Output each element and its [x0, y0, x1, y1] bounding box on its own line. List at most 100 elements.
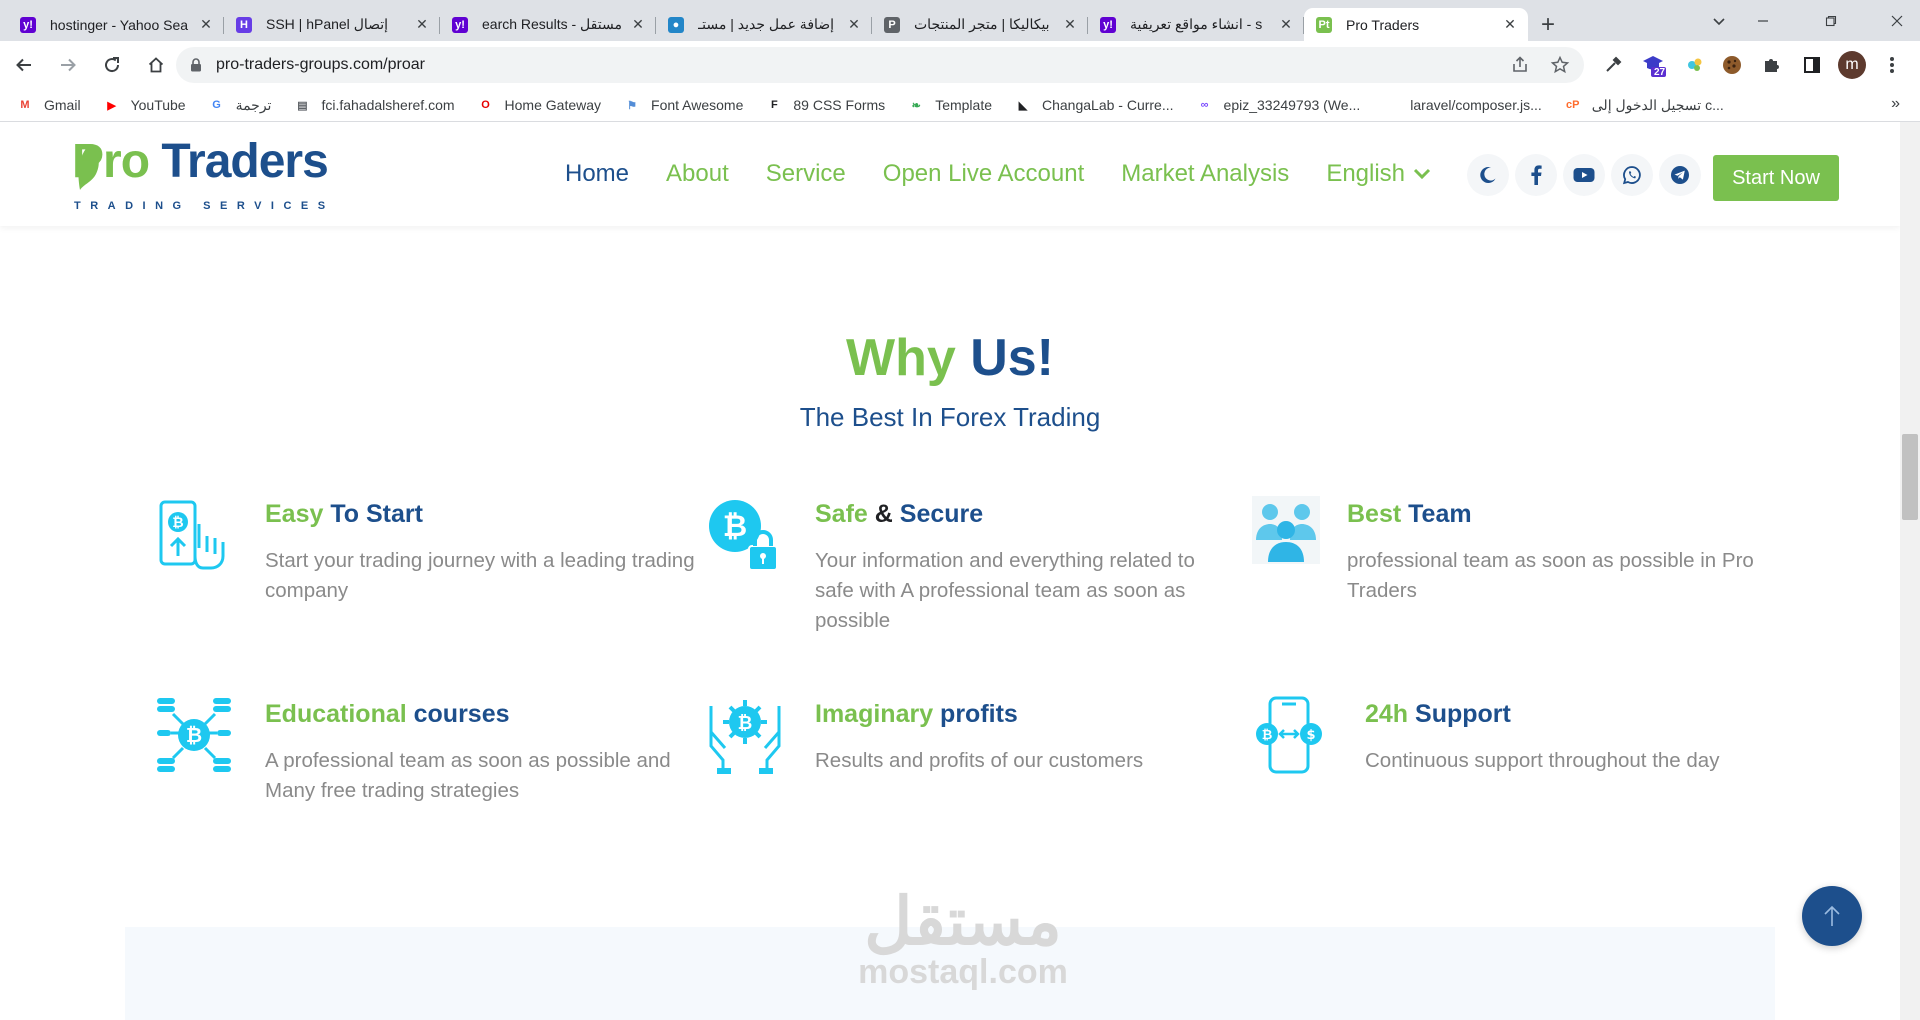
feature-title-amp: & [867, 500, 900, 528]
telegram-icon [1671, 166, 1689, 184]
bookmark-item[interactable]: ▤ fci.fahadalsheref.com [293, 97, 454, 113]
cpanel-icon: cP [1566, 99, 1580, 111]
bookmarks-bar: M Gmail ▶ YouTube G ترجمة ▤ fci.fahadalsheref.c… [0, 89, 1920, 122]
close-tab-icon[interactable]: ✕ [1278, 16, 1294, 33]
bookmark-item[interactable]: M Gmail [16, 97, 80, 113]
bikalika-favicon: P [884, 16, 900, 33]
bookmark-item[interactable]: G ترجمة [208, 97, 271, 114]
share-icon[interactable] [1510, 55, 1530, 75]
minimize-button[interactable] [1740, 0, 1786, 41]
browser-tab[interactable]: H SSH | hPanel إتصال ✕ [224, 8, 440, 41]
facebook-link[interactable] [1515, 154, 1557, 196]
reload-button[interactable] [92, 45, 132, 85]
feature-title: Educational courses [265, 700, 510, 729]
pro-traders-logo[interactable]: Pro Traders TRADING SERVICES [72, 134, 329, 218]
bookmark-item[interactable]: ▶ YouTube [103, 97, 185, 113]
close-tab-icon[interactable]: ✕ [1502, 16, 1518, 33]
close-tab-icon[interactable]: ✕ [1062, 16, 1078, 33]
browser-tab[interactable]: ● إضافة عمل جديد | مستـ ✕ [656, 8, 872, 41]
start-now-button[interactable]: Start Now [1713, 155, 1839, 201]
bookmark-item[interactable]: ❧ Template [907, 97, 992, 113]
section-subtitle: The Best In Forex Trading [799, 402, 1101, 432]
close-tab-icon[interactable]: ✕ [198, 16, 214, 33]
changalab-icon: ◣ [1018, 99, 1028, 112]
nav-market-analysis[interactable]: Market Analysis [1121, 160, 1289, 188]
home-button[interactable] [136, 45, 176, 85]
browser-tab[interactable]: P بيكاليكا | متجر المنتجات ✕ [872, 8, 1088, 41]
nav-service[interactable]: Service [766, 160, 846, 188]
feature-description: Your information and everything related … [815, 549, 1195, 632]
address-bar[interactable]: pro-traders-groups.com/proar [176, 47, 1584, 83]
scroll-to-top-button[interactable] [1802, 886, 1862, 946]
back-button[interactable] [4, 45, 44, 85]
yahoo-favicon: y! [452, 16, 468, 33]
bookmark-item[interactable]: ∞ epiz_33249793 (We... [1196, 97, 1361, 113]
feature-title: Easy To Start [265, 500, 423, 529]
phone-exchange-icon: ₿ $ [1256, 696, 1322, 774]
page-scrollbar[interactable] [1900, 122, 1920, 1020]
dark-mode-toggle[interactable] [1467, 154, 1509, 196]
tab-title: earch Results - مستقل [482, 16, 622, 32]
close-tab-icon[interactable]: ✕ [630, 16, 646, 33]
eyedropper-extension-icon[interactable] [1595, 47, 1631, 83]
bookmark-label: تسجيل الدخول إلى c... [1591, 96, 1724, 113]
bookmark-item[interactable]: laravel/composer.js... [1382, 97, 1542, 113]
translate-icon: G [212, 99, 221, 111]
bookmarks-more-button[interactable]: » [1891, 95, 1900, 113]
restore-button[interactable] [1808, 0, 1854, 41]
youtube-link[interactable] [1563, 154, 1605, 196]
graduation-extension-icon[interactable]: 27 [1636, 47, 1672, 83]
bookmark-item[interactable]: cP تسجيل الدخول إلى c... [1564, 97, 1724, 114]
feature-description: Continuous support throughout the day [1365, 749, 1720, 772]
browser-menu-icon[interactable] [1874, 47, 1910, 83]
close-tab-icon[interactable]: ✕ [846, 16, 862, 33]
browser-tab[interactable]: y! earch Results - مستقل ✕ [440, 8, 656, 41]
nav-about[interactable]: About [666, 160, 729, 188]
browser-tab[interactable]: Pt Pro Traders ✕ [1304, 8, 1528, 41]
close-window-button[interactable] [1874, 0, 1920, 41]
flag-icon: ⚑ [627, 99, 637, 112]
browser-tab[interactable]: y! hostinger - Yahoo Sea ✕ [8, 8, 224, 41]
feature-title-blue: Team [1401, 500, 1472, 528]
bookmark-item[interactable]: ⚑ Font Awesome [623, 97, 743, 113]
color-extension-icon[interactable] [1677, 47, 1713, 83]
feature-description: Start your trading journey with a leadin… [265, 549, 695, 602]
section-title: Why Us! [0, 328, 1900, 388]
feature-description: professional team as soon as possible in… [1347, 549, 1754, 602]
extension-badge: 27 [1654, 67, 1666, 78]
side-panel-icon[interactable] [1794, 47, 1830, 83]
watermark-latin: mostaql.com [858, 953, 1068, 991]
home-icon [148, 57, 164, 73]
bookmark-label: 89 CSS Forms [793, 97, 886, 113]
forward-button[interactable] [48, 45, 88, 85]
bookmark-item[interactable]: O Home Gateway [477, 97, 601, 113]
page-scrollbar-thumb[interactable] [1902, 434, 1918, 520]
facebook-icon [1531, 165, 1542, 185]
telegram-link[interactable] [1659, 154, 1701, 196]
language-selector[interactable]: English [1326, 160, 1431, 188]
close-tab-icon[interactable]: ✕ [414, 16, 430, 33]
feature-title-blue: courses [406, 700, 510, 728]
bitcoin-lock-icon: ₿ [709, 500, 778, 571]
feature-title-blue: Support [1408, 700, 1511, 728]
nav-open-live-account[interactable]: Open Live Account [883, 160, 1084, 188]
puzzle-extensions-icon[interactable] [1754, 47, 1790, 83]
tab-title: Pro Traders [1346, 16, 1420, 33]
url-text: pro-traders-groups.com/proar [216, 56, 425, 73]
arrow-up-icon [1824, 905, 1840, 926]
bookmark-star-icon[interactable] [1550, 55, 1570, 75]
whatsapp-link[interactable] [1611, 154, 1653, 196]
bookmark-item[interactable]: ◣ ChangaLab - Curre... [1014, 97, 1174, 113]
feature-title: Best Team [1347, 500, 1472, 529]
bookmark-item[interactable]: F 89 CSS Forms [765, 97, 885, 113]
tab-search-icon[interactable] [1696, 0, 1742, 41]
browser-tab[interactable]: y! انشاء مواقع تعريفية - s ✕ [1088, 8, 1304, 41]
cookie-extension-icon[interactable] [1714, 47, 1750, 83]
profile-avatar[interactable]: m [1834, 47, 1870, 83]
tab-title: انشاء مواقع تعريفية - s [1130, 16, 1263, 32]
nav-home[interactable]: Home [565, 160, 629, 188]
feature-title-blue: To Start [323, 500, 423, 528]
new-tab-button[interactable]: + [1528, 8, 1568, 41]
moon-icon [1480, 167, 1496, 184]
bookmark-label: ChangaLab - Curre... [1042, 97, 1174, 113]
